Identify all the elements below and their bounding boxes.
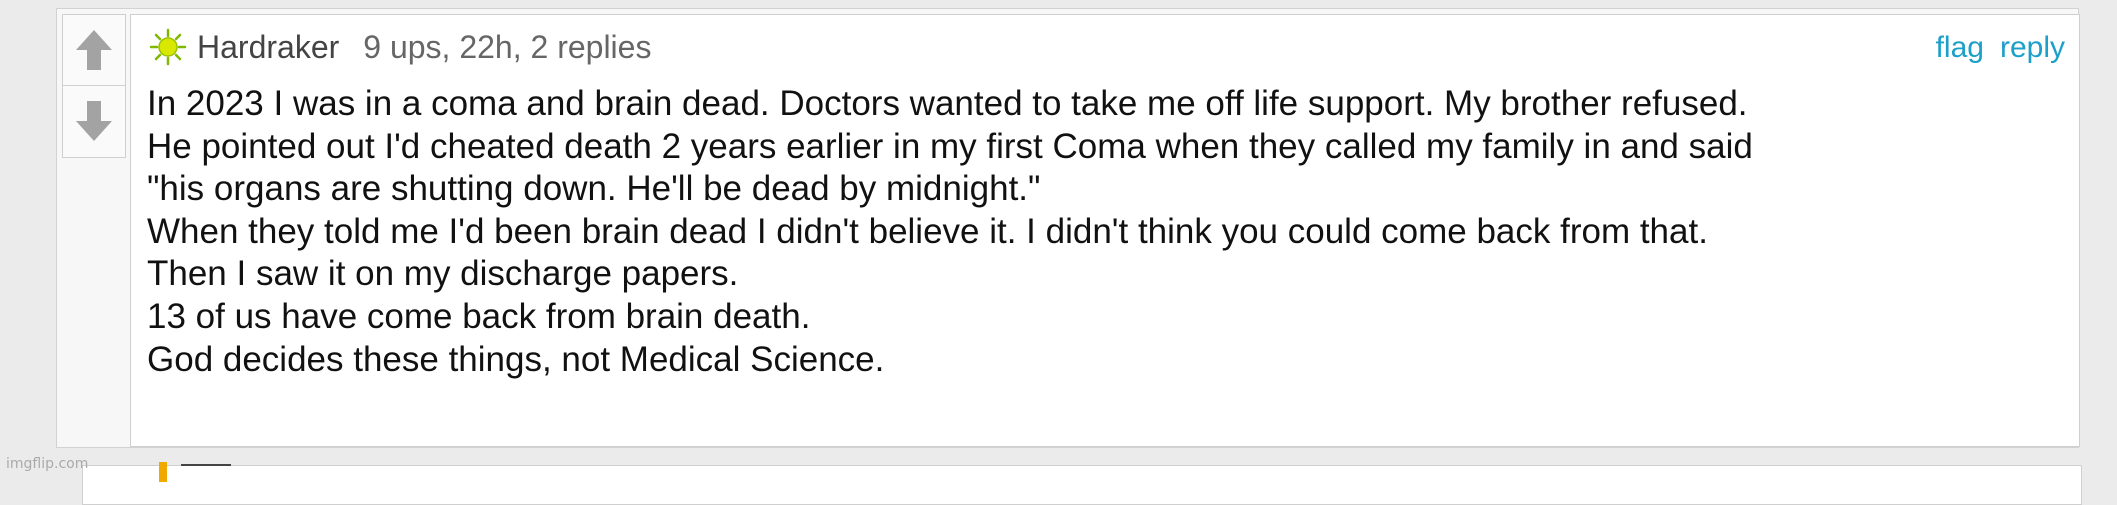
comment-line: God decides these things, not Medical Sc…	[147, 339, 885, 379]
comment-line: 13 of us have come back from brain death…	[147, 296, 811, 336]
comment-header: Hardraker 9 ups, 22h, 2 replies	[149, 28, 652, 66]
comment-body: In 2023 I was in a coma and brain dead. …	[147, 83, 2067, 381]
username-link[interactable]: Hardraker	[197, 29, 339, 66]
watermark: imgflip.com	[6, 456, 89, 472]
comment-actions: flag reply	[1936, 31, 2065, 65]
next-comment-avatar	[159, 462, 167, 482]
comment-line: "his organs are shutting down. He'll be …	[147, 169, 1041, 209]
sun-avatar-icon[interactable]	[149, 28, 187, 66]
comment-line: He pointed out I'd cheated death 2 years…	[147, 126, 1753, 166]
arrow-down-icon	[76, 101, 112, 141]
next-comment-card	[82, 462, 2082, 505]
reply-link[interactable]: reply	[2000, 31, 2065, 65]
vote-column	[62, 14, 126, 158]
flag-link[interactable]: flag	[1936, 31, 1984, 65]
next-comment-username	[181, 464, 231, 472]
comment-line: In 2023 I was in a coma and brain dead. …	[147, 84, 1748, 123]
upvote-button[interactable]	[63, 15, 125, 85]
arrow-up-icon	[76, 30, 112, 70]
downvote-button[interactable]	[63, 86, 125, 156]
comment-meta: 9 ups, 22h, 2 replies	[363, 28, 652, 65]
comment-line: When they told me I'd been brain dead I …	[147, 211, 1708, 251]
comment-card: Hardraker 9 ups, 22h, 2 replies flag rep…	[130, 14, 2080, 447]
comment-line: Then I saw it on my discharge papers.	[147, 254, 739, 294]
